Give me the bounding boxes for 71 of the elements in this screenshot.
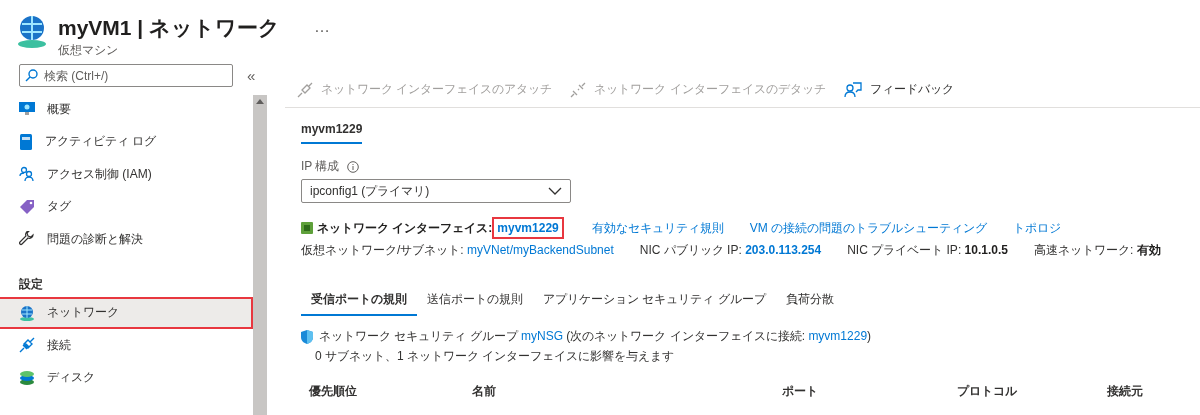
ip-config-dropdown[interactable]: ipconfig1 (プライマリ) bbox=[301, 179, 571, 203]
nsg-description: ネットワーク セキュリティ グループ myNSG (次のネットワーク インターフェイスに接続: myvm1229) bbox=[319, 328, 872, 345]
chevron-down-icon bbox=[548, 187, 562, 195]
detail-link[interactable]: 203.0.113.254 bbox=[745, 243, 822, 257]
detail-value: 有効 bbox=[1136, 243, 1161, 257]
detail-label: NIC プライベート IP: bbox=[847, 243, 962, 257]
log-icon bbox=[19, 133, 33, 150]
nav-label: 問題の診断と解決 bbox=[47, 230, 143, 248]
nav-item[interactable]: タグ bbox=[0, 190, 253, 223]
nav-label: アクティビティ ログ bbox=[45, 133, 157, 151]
scrollbar[interactable] bbox=[253, 95, 267, 415]
impact-text: 0 サブネット、1 ネットワーク インターフェイスに影響を与えます bbox=[315, 348, 676, 365]
column-header: ポート bbox=[782, 383, 819, 400]
nav-label: タグ bbox=[47, 198, 71, 216]
section-heading: 設定 bbox=[18, 275, 44, 293]
rules-tab[interactable]: 負荷分散 bbox=[775, 287, 844, 316]
nav-item[interactable]: ディスク bbox=[0, 361, 253, 394]
plug-icon bbox=[297, 81, 313, 98]
nav-label: 接続 bbox=[47, 336, 71, 354]
disk-icon bbox=[19, 369, 35, 386]
rules-tab[interactable]: 送信ポートの規則 bbox=[417, 287, 533, 316]
nav-label: ネットワーク bbox=[47, 304, 119, 322]
field-label: IP 構成 bbox=[301, 158, 340, 175]
detail-label: 仮想ネットワーク/サブネット: bbox=[301, 243, 464, 257]
nav-label: 概要 bbox=[47, 100, 71, 118]
page-subtitle: 仮想マシン bbox=[58, 42, 119, 59]
nav-item[interactable]: ネットワーク bbox=[0, 296, 253, 329]
monitor-icon bbox=[19, 101, 35, 118]
search-field[interactable]: 検索 (Ctrl+/) bbox=[19, 64, 233, 87]
detail-label: 高速ネットワーク: bbox=[1033, 243, 1134, 257]
page-title: myVM1 | ネットワーク bbox=[58, 15, 281, 41]
column-header: 接続元 bbox=[1107, 383, 1144, 400]
detail-label: NIC パブリック IP: bbox=[639, 243, 742, 257]
more-button[interactable]: … bbox=[314, 18, 331, 36]
scroll-up-icon bbox=[256, 99, 264, 104]
tag-icon bbox=[19, 198, 35, 215]
toolbar-button[interactable]: フィードバック bbox=[843, 81, 954, 98]
info-icon bbox=[347, 160, 360, 173]
rules-tab[interactable]: アプリケーション セキュリティ グループ bbox=[533, 287, 776, 316]
nic-link[interactable]: myvm1229 bbox=[808, 329, 868, 343]
nic-tab[interactable]: myvm1229 bbox=[301, 118, 363, 144]
nav-item[interactable]: 接続 bbox=[0, 329, 253, 362]
detail-link[interactable]: myVNet/myBackendSubnet bbox=[467, 243, 614, 257]
nav-label: ディスク bbox=[47, 369, 95, 387]
nic-action-link[interactable]: トポロジ bbox=[1013, 219, 1062, 237]
rules-tab[interactable]: 受信ポートの規則 bbox=[301, 287, 417, 316]
nic-action-link[interactable]: VM の接続の問題のトラブルシューティング bbox=[749, 219, 988, 237]
column-header: 優先順位 bbox=[309, 383, 358, 400]
column-header: プロトコル bbox=[957, 383, 1018, 400]
nav-item[interactable]: 問題の診断と解決 bbox=[0, 223, 253, 256]
detail-value: 10.1.0.5 bbox=[964, 243, 1008, 257]
nsg-link[interactable]: myNSG bbox=[521, 329, 563, 343]
shield-icon bbox=[301, 329, 313, 344]
unplug-icon bbox=[570, 81, 587, 98]
nic-link[interactable]: myvm1229 bbox=[492, 217, 564, 239]
nic-action-link[interactable]: 有効なセキュリティ規則 bbox=[591, 219, 724, 237]
nav-item[interactable]: アクセス制御 (IAM) bbox=[0, 158, 253, 191]
nav-item[interactable]: アクティビティ ログ bbox=[0, 125, 253, 158]
network-globe-icon bbox=[19, 304, 35, 321]
people-icon bbox=[19, 166, 35, 183]
nic-label: ネットワーク インターフェイス: bbox=[317, 219, 493, 237]
collapse-button[interactable]: « bbox=[247, 67, 256, 84]
wrench-icon bbox=[19, 231, 35, 248]
network-card-icon bbox=[301, 222, 313, 234]
nav-item[interactable]: 概要 bbox=[0, 93, 253, 126]
network-globe-icon bbox=[16, 14, 48, 48]
search-icon bbox=[25, 69, 38, 82]
plug-icon bbox=[19, 337, 35, 354]
nav-label: アクセス制御 (IAM) bbox=[47, 165, 152, 183]
feedback-icon bbox=[843, 81, 862, 98]
column-header: 名前 bbox=[472, 383, 497, 400]
